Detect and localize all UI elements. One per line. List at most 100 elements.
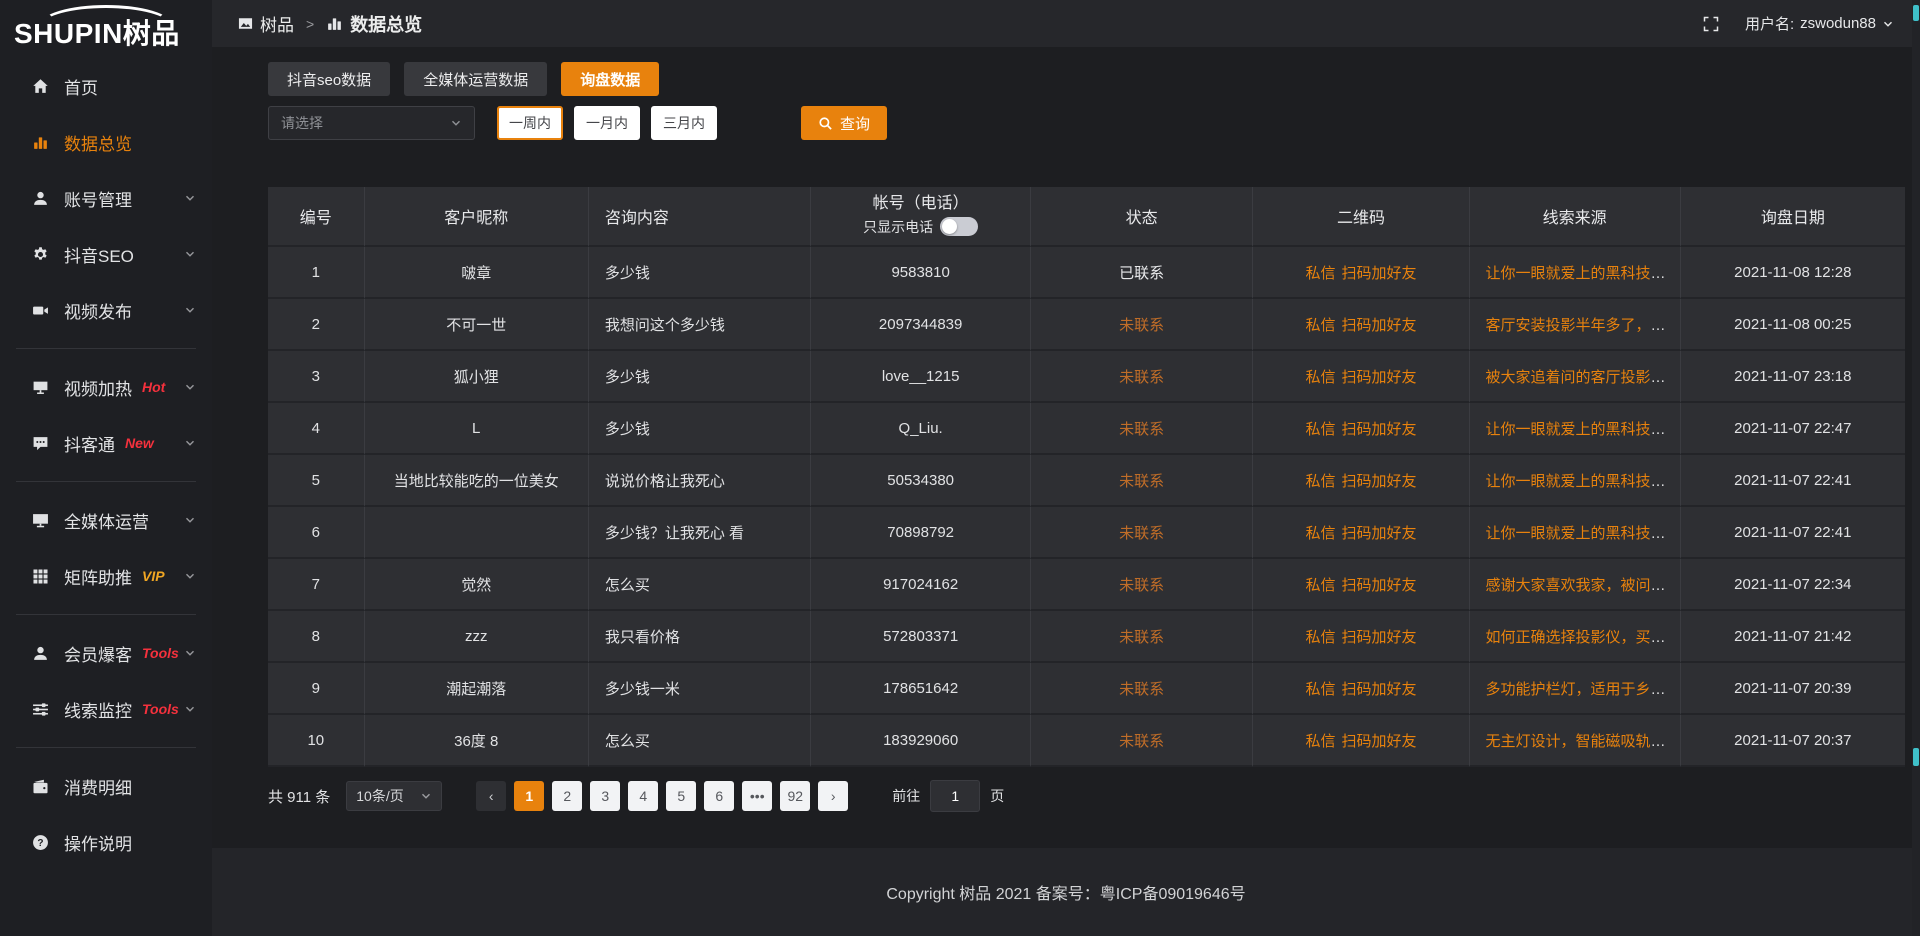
column-header-source: 线索来源 bbox=[1470, 187, 1681, 247]
fullscreen-icon[interactable] bbox=[1703, 16, 1719, 32]
source-link[interactable]: 如何正确选择投影仪，买投影... bbox=[1486, 629, 1681, 646]
private-message-link[interactable]: 私信 bbox=[1305, 317, 1335, 334]
sidebar-item-label: 矩阵助推 bbox=[64, 564, 132, 589]
table-row: 4L多少钱Q_Liu.未联系私信扫码加好友让你一眼就爱上的黑科技，能...202… bbox=[268, 403, 1905, 455]
sidebar-item-media-operation[interactable]: 全媒体运营 bbox=[0, 492, 212, 548]
scrollbar[interactable] bbox=[1912, 0, 1920, 936]
sidebar-item-label: 线索监控 bbox=[64, 697, 132, 722]
breadcrumb-item-current[interactable]: 数据总览 bbox=[326, 11, 422, 37]
goto-page-input[interactable] bbox=[930, 780, 980, 812]
private-message-link[interactable]: 私信 bbox=[1305, 265, 1335, 282]
column-header-nickname: 客户昵称 bbox=[365, 187, 589, 247]
cell-no: 9 bbox=[268, 663, 365, 715]
chevron-down-icon bbox=[184, 437, 196, 449]
cell-account: 917024162 bbox=[811, 559, 1030, 611]
scan-add-friend-link[interactable]: 扫码加好友 bbox=[1341, 369, 1416, 386]
private-message-link[interactable]: 私信 bbox=[1305, 681, 1335, 698]
sidebar-item-data-overview[interactable]: 数据总览 bbox=[0, 114, 212, 170]
phone-only-toggle[interactable] bbox=[940, 217, 978, 236]
page-button-•••[interactable]: ••• bbox=[742, 781, 772, 811]
source-link[interactable]: 被大家追着问的客厅投影分享... bbox=[1486, 369, 1681, 386]
private-message-link[interactable]: 私信 bbox=[1305, 525, 1335, 542]
scan-add-friend-link[interactable]: 扫码加好友 bbox=[1341, 473, 1416, 490]
user-menu[interactable]: 用户名: zswodun88 bbox=[1745, 13, 1894, 34]
cell-date: 2021-11-07 20:39 bbox=[1681, 663, 1905, 715]
cell-source: 感谢大家喜欢我家，被问了好... bbox=[1470, 559, 1681, 611]
cell-status: 未联系 bbox=[1031, 403, 1254, 455]
page-button-4[interactable]: 4 bbox=[628, 781, 658, 811]
sidebar-item-matrix-boost[interactable]: 矩阵助推VIP bbox=[0, 548, 212, 604]
scan-add-friend-link[interactable]: 扫码加好友 bbox=[1341, 265, 1416, 282]
scrollbar-thumb[interactable] bbox=[1913, 748, 1919, 766]
cell-date: 2021-11-07 22:41 bbox=[1681, 507, 1905, 559]
tab-inquiry-data[interactable]: 询盘数据 bbox=[561, 62, 659, 96]
page-button-92[interactable]: 92 bbox=[780, 781, 810, 811]
cell-no: 4 bbox=[268, 403, 365, 455]
source-link[interactable]: 让你一眼就爱上的黑科技，能... bbox=[1486, 265, 1681, 282]
cell-no: 6 bbox=[268, 507, 365, 559]
private-message-link[interactable]: 私信 bbox=[1305, 369, 1335, 386]
source-link[interactable]: 让你一眼就爱上的黑科技，能... bbox=[1486, 421, 1681, 438]
source-link[interactable]: 让你一眼就爱上的黑科技，能... bbox=[1486, 525, 1681, 542]
scan-add-friend-link[interactable]: 扫码加好友 bbox=[1341, 525, 1416, 542]
source-link[interactable]: 客厅安装投影半年多了，真实... bbox=[1486, 317, 1681, 334]
scan-add-friend-link[interactable]: 扫码加好友 bbox=[1341, 681, 1416, 698]
query-button[interactable]: 查询 bbox=[801, 106, 887, 140]
pagination: 共 911 条 10条/页 ‹ 123456•••92 › 前往 页 bbox=[268, 780, 1905, 812]
source-link[interactable]: 无主灯设计，智能磁吸轨道灯... bbox=[1486, 733, 1681, 750]
page-size-select[interactable]: 10条/页 bbox=[346, 781, 442, 811]
status-badge: 未联系 bbox=[1119, 681, 1164, 698]
tab-douyin-seo-data[interactable]: 抖音seo数据 bbox=[268, 62, 390, 96]
scan-add-friend-link[interactable]: 扫码加好友 bbox=[1341, 421, 1416, 438]
scan-add-friend-link[interactable]: 扫码加好友 bbox=[1341, 577, 1416, 594]
chart-icon bbox=[326, 15, 343, 32]
page-button-5[interactable]: 5 bbox=[666, 781, 696, 811]
sidebar-item-operation-guide[interactable]: ?操作说明 bbox=[0, 814, 212, 870]
cell-date: 2021-11-08 00:25 bbox=[1681, 299, 1905, 351]
cell-no: 5 bbox=[268, 455, 365, 507]
scrollbar-thumb[interactable] bbox=[1913, 5, 1919, 21]
home-icon bbox=[30, 78, 50, 95]
private-message-link[interactable]: 私信 bbox=[1305, 421, 1335, 438]
breadcrumb-item-home[interactable]: 树品 bbox=[238, 11, 294, 36]
breadcrumb-label: 数据总览 bbox=[350, 11, 422, 37]
sidebar-item-video-heat[interactable]: 视频加热Hot bbox=[0, 359, 212, 415]
sidebar-item-video-publish[interactable]: 视频发布 bbox=[0, 282, 212, 338]
sidebar-item-label: 抖音SEO bbox=[64, 242, 134, 267]
page-button-2[interactable]: 2 bbox=[552, 781, 582, 811]
tab-media-operation-data[interactable]: 全媒体运营数据 bbox=[404, 62, 547, 96]
cell-content: 多少钱？让我死心 看 bbox=[589, 507, 812, 559]
cell-nickname: 狐小狸 bbox=[365, 351, 589, 403]
range-one-month-button[interactable]: 一月内 bbox=[574, 106, 640, 140]
status-badge: 未联系 bbox=[1119, 369, 1164, 386]
private-message-link[interactable]: 私信 bbox=[1305, 629, 1335, 646]
range-three-months-button[interactable]: 三月内 bbox=[651, 106, 717, 140]
private-message-link[interactable]: 私信 bbox=[1305, 473, 1335, 490]
scan-add-friend-link[interactable]: 扫码加好友 bbox=[1341, 317, 1416, 334]
source-link[interactable]: 感谢大家喜欢我家，被问了好... bbox=[1486, 577, 1681, 594]
sidebar-item-home[interactable]: 首页 bbox=[0, 58, 212, 114]
scan-add-friend-link[interactable]: 扫码加好友 bbox=[1341, 629, 1416, 646]
range-one-week-button[interactable]: 一周内 bbox=[497, 106, 563, 140]
sidebar-item-consume-detail[interactable]: 消费明细 bbox=[0, 758, 212, 814]
prev-page-button[interactable]: ‹ bbox=[476, 781, 506, 811]
sidebar-item-douketong[interactable]: 抖客通New bbox=[0, 415, 212, 471]
sidebar-item-douyin-seo[interactable]: 抖音SEO bbox=[0, 226, 212, 282]
sidebar-item-account-management[interactable]: 账号管理 bbox=[0, 170, 212, 226]
page-number-list: 123456 ••• 92 bbox=[506, 781, 810, 811]
scan-add-friend-link[interactable]: 扫码加好友 bbox=[1341, 733, 1416, 750]
sidebar-item-clue-monitor[interactable]: 线索监控Tools bbox=[0, 681, 212, 737]
cell-qrcode: 私信扫码加好友 bbox=[1253, 403, 1469, 455]
sidebar-item-member-baoke[interactable]: 会员爆客Tools bbox=[0, 625, 212, 681]
page-button-3[interactable]: 3 bbox=[590, 781, 620, 811]
private-message-link[interactable]: 私信 bbox=[1305, 577, 1335, 594]
cell-source: 让你一眼就爱上的黑科技，能... bbox=[1470, 403, 1681, 455]
account-select[interactable]: 请选择 bbox=[268, 106, 475, 140]
page-button-6[interactable]: 6 bbox=[704, 781, 734, 811]
cell-no: 8 bbox=[268, 611, 365, 663]
next-page-button[interactable]: › bbox=[818, 781, 848, 811]
page-button-1[interactable]: 1 bbox=[514, 781, 544, 811]
private-message-link[interactable]: 私信 bbox=[1305, 733, 1335, 750]
source-link[interactable]: 多功能护栏灯，适用于乡村文... bbox=[1486, 681, 1681, 698]
source-link[interactable]: 让你一眼就爱上的黑科技，能... bbox=[1486, 473, 1681, 490]
